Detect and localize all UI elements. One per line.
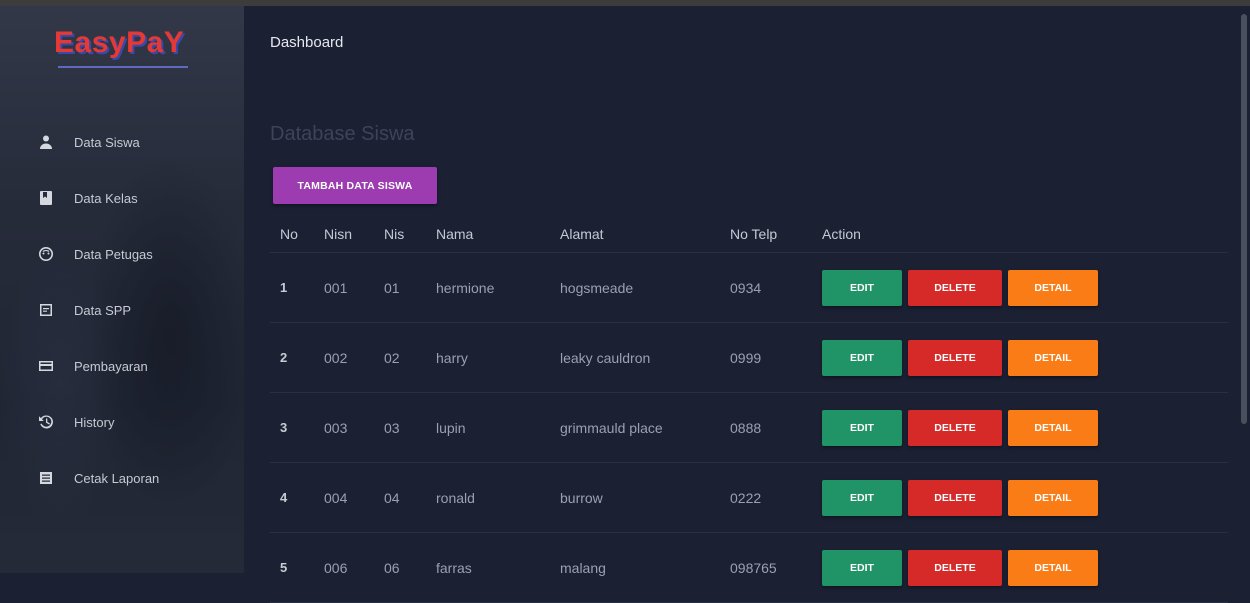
cell-nama: harry [426, 322, 550, 393]
cell-no: 2 [270, 322, 314, 393]
book-icon [36, 188, 56, 208]
students-table: No Nisn Nis Nama Alamat No Telp Action 1… [270, 216, 1228, 603]
cell-actions: EDIT DELETE DETAIL [812, 462, 1228, 533]
sidebar-item-label: Pembayaran [74, 358, 148, 374]
document-icon [36, 300, 56, 320]
cell-no: 3 [270, 392, 314, 463]
scrollbar-thumb[interactable] [1241, 14, 1247, 424]
cell-no-telp: 0222 [720, 462, 812, 533]
card-icon [36, 356, 56, 376]
cell-no-telp: 0999 [720, 322, 812, 393]
col-header-nis: Nis [374, 216, 426, 253]
cell-no-telp: 098765 [720, 532, 812, 603]
main-content: Dashboard Database Siswa TAMBAH DATA SIS… [244, 6, 1238, 603]
list-icon [36, 468, 56, 488]
edit-button[interactable]: EDIT [822, 409, 902, 446]
edit-button[interactable]: EDIT [822, 479, 902, 516]
cell-nisn: 006 [314, 532, 374, 603]
edit-button[interactable]: EDIT [822, 339, 902, 376]
col-header-nisn: Nisn [314, 216, 374, 253]
cell-no: 1 [270, 252, 314, 323]
delete-button[interactable]: DELETE [908, 549, 1002, 586]
cell-actions: EDIT DELETE DETAIL [812, 322, 1228, 393]
cell-actions: EDIT DELETE DETAIL [812, 252, 1228, 323]
person-icon [36, 132, 56, 152]
table-row: 3 003 03 lupin grimmauld place 0888 EDIT… [270, 392, 1228, 463]
table-row: 4 004 04 ronald burrow 0222 EDIT DELETE DE… [270, 462, 1228, 533]
detail-button[interactable]: DETAIL [1008, 479, 1098, 516]
sidebar-item-label: Data Petugas [74, 246, 153, 262]
cell-alamat: leaky cauldron [550, 322, 720, 393]
detail-button[interactable]: DETAIL [1008, 549, 1098, 586]
vertical-scrollbar[interactable] [1238, 6, 1250, 573]
page-title: Database Siswa [270, 123, 415, 145]
col-header-no: No [270, 216, 314, 253]
cell-alamat: burrow [550, 462, 720, 533]
col-header-action: Action [812, 216, 1228, 253]
sidebar-item-label: Data SPP [74, 302, 132, 318]
table-header-row: No Nisn Nis Nama Alamat No Telp Action [270, 216, 1228, 253]
add-student-button[interactable]: TAMBAH DATA SISWA [273, 167, 437, 204]
cell-nama: hermione [426, 252, 550, 323]
col-header-alamat: Alamat [550, 216, 720, 253]
cell-nisn: 003 [314, 392, 374, 463]
cell-no: 5 [270, 532, 314, 603]
cell-nama: lupin [426, 392, 550, 463]
breadcrumb[interactable]: Dashboard [270, 34, 343, 51]
delete-button[interactable]: DELETE [908, 479, 1002, 516]
sidebar-item-data-kelas[interactable]: Data Kelas [0, 170, 244, 226]
cell-nis: 02 [374, 322, 426, 393]
sidebar-item-cetak-laporan[interactable]: Cetak Laporan [0, 450, 244, 506]
cell-actions: EDIT DELETE DETAIL [812, 532, 1228, 603]
logo-divider [58, 66, 188, 68]
cell-nisn: 002 [314, 322, 374, 393]
cell-nama: farras [426, 532, 550, 603]
sidebar: EasyPaY Data Siswa Data Kelas Data Petug… [0, 6, 244, 573]
cell-nis: 04 [374, 462, 426, 533]
delete-button[interactable]: DELETE [908, 409, 1002, 446]
cell-alamat: hogsmeade [550, 252, 720, 323]
sidebar-item-data-siswa[interactable]: Data Siswa [0, 114, 244, 170]
sidebar-item-label: Cetak Laporan [74, 470, 160, 486]
cell-alamat: malang [550, 532, 720, 603]
edit-button[interactable]: EDIT [822, 549, 902, 586]
delete-button[interactable]: DELETE [908, 269, 1002, 306]
sidebar-item-label: History [74, 414, 115, 430]
cell-no-telp: 0888 [720, 392, 812, 463]
cell-actions: EDIT DELETE DETAIL [812, 392, 1228, 463]
cell-nis: 01 [374, 252, 426, 323]
detail-button[interactable]: DETAIL [1008, 409, 1098, 446]
col-header-nama: Nama [426, 216, 550, 253]
sidebar-item-data-petugas[interactable]: Data Petugas [0, 226, 244, 282]
cell-no: 4 [270, 462, 314, 533]
sidebar-item-data-spp[interactable]: Data SPP [0, 282, 244, 338]
cell-nis: 03 [374, 392, 426, 463]
face-icon [36, 244, 56, 264]
sidebar-item-pembayaran[interactable]: Pembayaran [0, 338, 244, 394]
cell-alamat: grimmauld place [550, 392, 720, 463]
cell-nisn: 004 [314, 462, 374, 533]
edit-button[interactable]: EDIT [822, 269, 902, 306]
table-row: 5 006 06 farras malang 098765 EDIT DELETE… [270, 532, 1228, 603]
sidebar-nav: Data Siswa Data Kelas Data Petugas Data … [0, 114, 244, 506]
detail-button[interactable]: DETAIL [1008, 269, 1098, 306]
cell-nama: ronald [426, 462, 550, 533]
cell-nis: 06 [374, 532, 426, 603]
table-row: 1 001 01 hermione hogsmeade 0934 EDIT DEL… [270, 252, 1228, 323]
table-row: 2 002 02 harry leaky cauldron 0999 EDIT D… [270, 322, 1228, 393]
delete-button[interactable]: DELETE [908, 339, 1002, 376]
history-icon [36, 412, 56, 432]
sidebar-item-history[interactable]: History [0, 394, 244, 450]
cell-no-telp: 0934 [720, 252, 812, 323]
cell-nisn: 001 [314, 252, 374, 323]
sidebar-item-label: Data Siswa [74, 134, 140, 150]
app-logo[interactable]: EasyPaY [54, 26, 184, 60]
sidebar-item-label: Data Kelas [74, 190, 138, 206]
col-header-no-telp: No Telp [720, 216, 812, 253]
detail-button[interactable]: DETAIL [1008, 339, 1098, 376]
